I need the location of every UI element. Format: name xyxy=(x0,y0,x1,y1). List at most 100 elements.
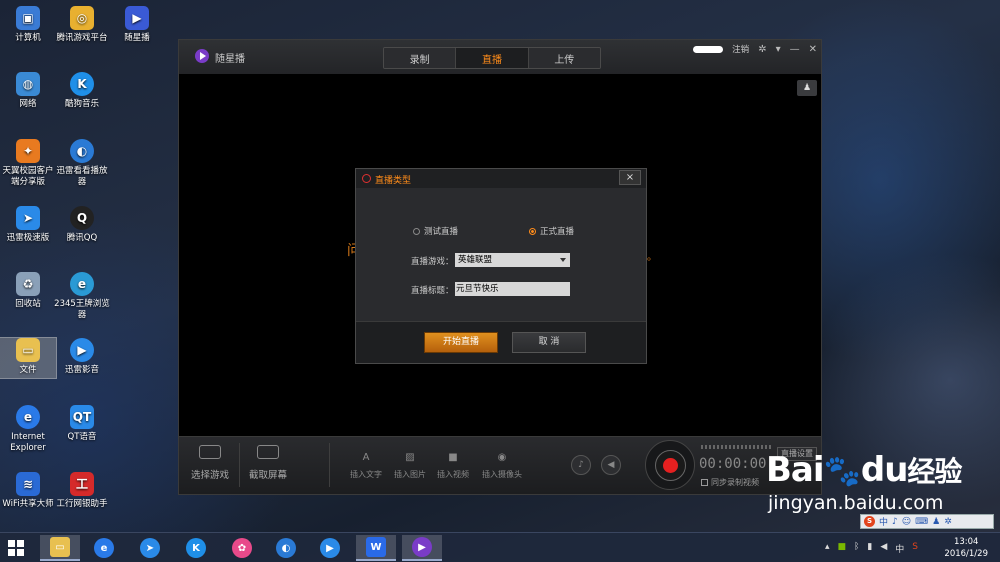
desktop-icon-suixingbo[interactable]: ▶ 随星播 xyxy=(109,6,165,44)
insert-video-label: 插入视频 xyxy=(437,470,469,479)
tray-expand-icon[interactable]: ▴ xyxy=(825,542,830,555)
network-icon[interactable]: ▮ xyxy=(867,542,872,555)
close-icon[interactable]: ✕ xyxy=(809,44,817,55)
tab-live[interactable]: 直播 xyxy=(456,48,529,68)
desktop-icon-network[interactable]: ◍ 网络 xyxy=(0,72,56,110)
skin-icon[interactable]: ♟ xyxy=(797,80,817,96)
taskbar-wps[interactable]: W xyxy=(356,535,396,561)
skin-icon[interactable]: ♟ xyxy=(932,517,940,527)
radio-official-indicator[interactable] xyxy=(529,227,536,235)
radio-official-label: 正式直播 xyxy=(540,227,575,237)
photo-icon: ✿ xyxy=(232,538,252,558)
game-select[interactable]: 英雄联盟 xyxy=(455,253,570,267)
ime-lang[interactable]: 中 xyxy=(879,515,888,528)
desktop-icon-wifi-master[interactable]: ≋ WiFi共享大师 xyxy=(0,472,56,510)
settings-icon[interactable]: ✲ xyxy=(758,44,766,55)
desktop-icon-qq[interactable]: Q 腾讯QQ xyxy=(54,206,110,244)
radio-test-live[interactable]: 测试直播 xyxy=(413,225,458,237)
insert-text-button[interactable]: A 插入文字 xyxy=(343,452,389,480)
paw-icon: 🐾 xyxy=(823,454,861,489)
minimize-icon[interactable]: — xyxy=(790,44,800,55)
taskbar-ie[interactable]: e xyxy=(84,535,124,561)
sogou-tray-icon[interactable]: S xyxy=(912,542,918,555)
record-ring xyxy=(645,440,695,490)
desktop-icon-2345-browser[interactable]: e 2345王牌浏览器 xyxy=(54,272,110,321)
user-area: 注销 ✲ ▾ — ✕ xyxy=(693,43,817,55)
desktop-icon-tianyi[interactable]: ✦ 天翼校园客户端分享版 xyxy=(0,139,56,188)
desktop-icon-computer[interactable]: ▣ 计算机 xyxy=(0,6,56,44)
desktop-icon-tencent-games[interactable]: ◎ 腾讯游戏平台 xyxy=(54,6,110,44)
desktop-icon-qt-voice[interactable]: QT QT语音 xyxy=(54,405,110,443)
xunlei-kankan-icon: ◐ xyxy=(276,538,296,558)
capture-screen-button[interactable]: 截取屏幕 xyxy=(243,445,293,481)
radio-official-live[interactable]: 正式直播 xyxy=(529,225,574,237)
insert-image-button[interactable]: ▨ 插入图片 xyxy=(387,452,433,480)
speaker-icon: ◀ xyxy=(607,460,615,470)
tab-record[interactable]: 录制 xyxy=(384,48,457,68)
desktop-icons: ▣ 计算机 ◎ 腾讯游戏平台 ▶ 随星播 ◍ 网络 K 酷狗音乐 ✦ 天翼校园客户端分享版 … xyxy=(0,0,170,530)
sync-record-option[interactable]: 同步录制视频 xyxy=(701,477,759,488)
suixingbo-icon: ▶ xyxy=(412,537,432,557)
cancel-button[interactable]: 取 消 xyxy=(512,332,586,353)
kugou-icon: K xyxy=(70,72,94,96)
title-label: 直播标题： xyxy=(411,286,454,296)
select-game-button[interactable]: 选择游戏 xyxy=(185,445,235,481)
settings-icon[interactable]: ✲ xyxy=(944,517,952,527)
taskbar-suixingbo[interactable]: ▶ xyxy=(402,535,442,561)
taskbar-player[interactable]: ▶ xyxy=(310,535,350,561)
radio-test-indicator[interactable] xyxy=(413,227,420,235)
tianyi-icon: ✦ xyxy=(16,139,40,163)
insert-camera-button[interactable]: ◉ 插入摄像头 xyxy=(476,452,528,480)
speaker-button[interactable]: ◀ xyxy=(601,455,621,475)
desktop-icon-ie[interactable]: e Internet Explorer xyxy=(0,405,56,454)
desktop-icon-xunlei-player[interactable]: ▶ 迅雷影音 xyxy=(54,338,110,376)
start-live-button[interactable]: 开始直播 xyxy=(424,332,498,353)
microphone-button[interactable]: ♪ xyxy=(571,455,591,475)
sogou-icon[interactable]: S xyxy=(864,516,875,527)
live-timer: 00:00:00 xyxy=(699,456,767,472)
taskbar-xunlei[interactable]: ➤ xyxy=(130,535,170,561)
logout-link[interactable]: 注销 xyxy=(732,43,749,55)
desktop-icon-xunlei-speed[interactable]: ➤ 迅雷极速版 xyxy=(0,206,56,244)
system-tray: ▴ ■ ᛒ ▮ ◀ 中 S xyxy=(825,542,918,555)
dialog-close-button[interactable]: × xyxy=(619,170,641,185)
windows-start-icon[interactable] xyxy=(8,540,24,556)
sync-record-checkbox[interactable] xyxy=(701,479,708,486)
app-titlebar: 随星播 录制 直播 上传 注销 ✲ ▾ — ✕ xyxy=(179,40,821,74)
keyboard-icon[interactable]: ⌨ xyxy=(915,517,928,527)
audio-level-meter xyxy=(701,445,771,449)
tray-ime-lang[interactable]: 中 xyxy=(895,542,904,555)
background-hint-tail: 。 xyxy=(647,252,657,263)
recycle-bin-icon: ♻ xyxy=(16,272,40,296)
taskbar-kugou[interactable]: K xyxy=(176,535,216,561)
volume-icon[interactable]: ◀ xyxy=(880,542,887,555)
desktop-icon-kugou[interactable]: K 酷狗音乐 xyxy=(54,72,110,110)
clock-date: 2016/1/29 xyxy=(944,549,988,559)
network-icon: ◍ xyxy=(16,72,40,96)
menu-dropdown-icon[interactable]: ▾ xyxy=(776,44,781,55)
desktop-icon-icbc[interactable]: 工工行网银助手 xyxy=(54,472,110,510)
app-title: 随星播 xyxy=(215,54,245,65)
clock[interactable]: 13:04 2016/1/29 xyxy=(944,536,988,560)
live-title-input[interactable] xyxy=(455,282,570,296)
taskbar-photo[interactable]: ✿ xyxy=(222,535,262,561)
insert-video-button[interactable]: ■ 插入视频 xyxy=(430,452,476,480)
tencent-games-icon: ◎ xyxy=(70,6,94,30)
desktop-icon-recycle-bin[interactable]: ♻ 回收站 xyxy=(0,272,56,310)
ie-icon: e xyxy=(16,405,40,429)
desktop-icon-xunlei-kankan[interactable]: ◐ 迅雷看看播放器 xyxy=(54,139,110,188)
ie-icon: e xyxy=(94,538,114,558)
desktop-icon-folder[interactable]: ▭ 文件 xyxy=(0,337,57,379)
tab-upload[interactable]: 上传 xyxy=(528,48,600,68)
taskbar-xunlei-kankan[interactable]: ◐ xyxy=(266,535,306,561)
tray-nvidia-icon[interactable]: ■ xyxy=(837,542,846,555)
punctuation-icon[interactable]: ♪ xyxy=(892,517,898,527)
computer-icon: ▣ xyxy=(16,6,40,30)
select-game-label: 选择游戏 xyxy=(190,470,229,481)
watermark-logo-cn: 经验 xyxy=(907,455,962,488)
taskbar-file-explorer[interactable]: ▭ xyxy=(40,535,80,561)
record-button[interactable] xyxy=(655,450,686,481)
insert-image-label: 插入图片 xyxy=(394,470,426,479)
emoji-icon[interactable]: ☺ xyxy=(902,517,911,527)
bluetooth-icon[interactable]: ᛒ xyxy=(854,542,859,555)
